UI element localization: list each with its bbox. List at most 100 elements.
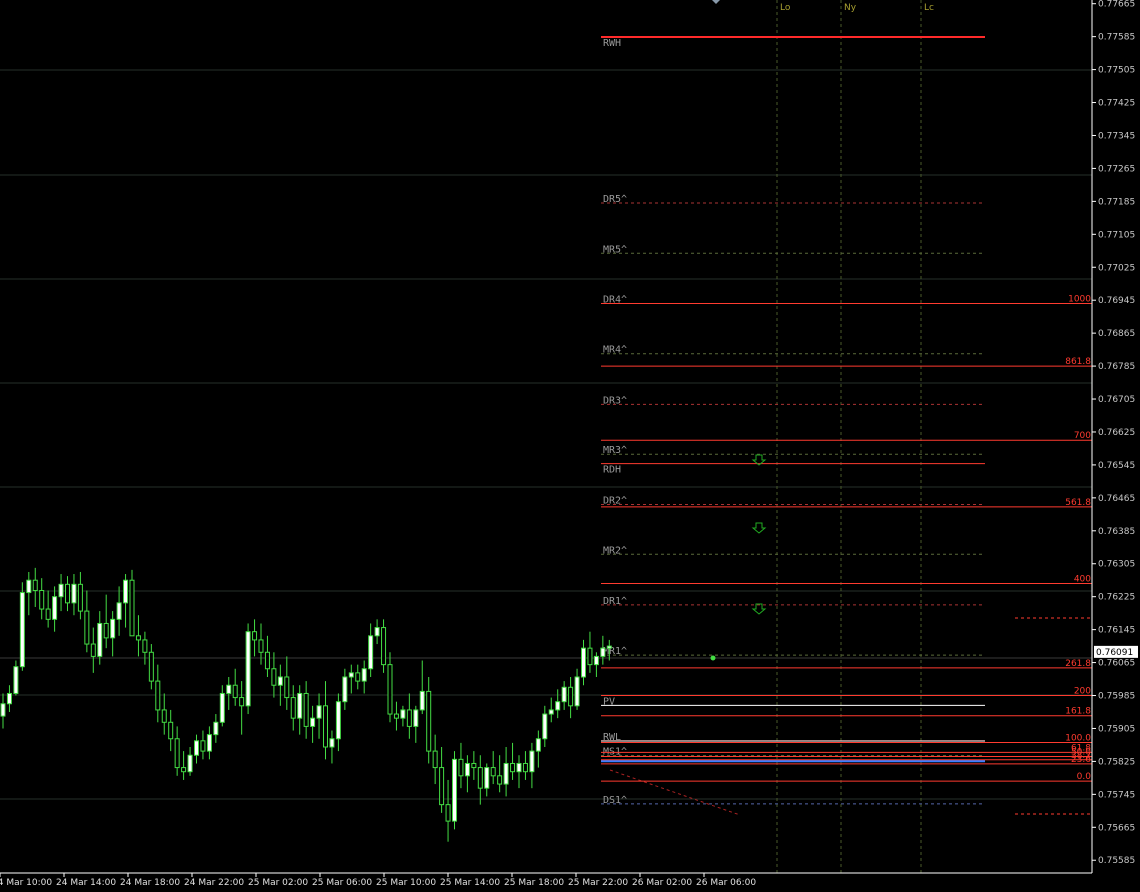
candle-body <box>52 596 58 620</box>
candle-body <box>393 713 399 719</box>
fib-label: 100.0 <box>1065 733 1091 743</box>
candle-body <box>574 676 580 707</box>
level-label: DR1^ <box>603 596 627 607</box>
candle-body <box>606 645 612 649</box>
candle-body <box>0 703 6 717</box>
candle-body <box>316 705 322 719</box>
price-tick-label: 0.76385 <box>1098 527 1135 537</box>
candle-body <box>510 762 516 773</box>
price-tick-label: 0.77505 <box>1098 66 1135 76</box>
candle-body <box>77 583 83 612</box>
price-tick-label: 0.75745 <box>1098 790 1135 800</box>
fib-label: 1000 <box>1068 294 1091 304</box>
candle-body <box>452 758 457 822</box>
candle-body <box>310 717 316 727</box>
candle-body <box>187 754 193 773</box>
candle-body <box>135 635 141 641</box>
price-tick-label: 0.76545 <box>1098 461 1135 471</box>
candle-body <box>593 655 599 666</box>
candle-body <box>26 579 32 594</box>
time-tick-label: 25 Mar 10:00 <box>376 878 436 888</box>
fib-label: 0.0 <box>1077 772 1092 782</box>
candle-body <box>548 709 554 715</box>
price-tick-label: 0.76625 <box>1098 428 1135 438</box>
fib-label: 261.8 <box>1065 659 1091 669</box>
candle-body <box>297 692 303 719</box>
time-axis[interactable]: 24 Mar 10:00 24 Mar 14:00 24 Mar 18:00 24 M… <box>0 872 1092 888</box>
time-tick-label: 25 Mar 18:00 <box>504 878 564 888</box>
price-tick-label: 0.75585 <box>1098 856 1135 866</box>
candle-body <box>271 668 277 686</box>
candle-body <box>600 647 606 657</box>
down-arrow-icon <box>751 522 767 534</box>
price-tick-label: 0.76945 <box>1098 296 1135 306</box>
candle-body <box>258 639 264 653</box>
price-tick-label: 0.76145 <box>1098 626 1135 636</box>
candle-body <box>252 631 258 641</box>
candle-body <box>497 775 503 785</box>
candle-body <box>148 651 154 682</box>
price-tick-label: 0.76865 <box>1098 329 1135 339</box>
candle-body <box>503 762 509 785</box>
price-dot <box>710 655 716 661</box>
candle-body <box>587 647 593 666</box>
candle-body <box>219 692 225 723</box>
candle-body <box>471 762 477 769</box>
level-label: DR3^ <box>603 395 627 406</box>
candle-body <box>97 622 103 657</box>
fib-label: 400 <box>1074 575 1091 585</box>
candle-body <box>206 734 212 752</box>
time-tick-label: 24 Mar 10:00 <box>0 878 52 888</box>
level-label: MR4^ <box>603 345 627 356</box>
price-tick-label: 0.77185 <box>1098 197 1135 207</box>
candle-body <box>45 608 51 620</box>
pivot-levels: RWHDR5^MR5^DR4^MR4^DR3^MR3^RDHDR2^MR2^DR… <box>601 36 1090 816</box>
candle-body <box>232 684 238 699</box>
candle-body <box>129 579 135 637</box>
candle-body <box>123 579 129 604</box>
price-tick-label: 0.77585 <box>1098 33 1135 43</box>
price-tick-label: 0.77105 <box>1098 230 1135 240</box>
time-tick-label: 25 Mar 22:00 <box>568 878 628 888</box>
candle-body <box>245 631 251 707</box>
candle-body <box>290 697 296 719</box>
price-axis[interactable]: 0.77665 0.77585 0.77505 0.77425 0.77345 0.772… <box>1091 0 1138 873</box>
candle-body <box>168 721 174 740</box>
candle-body <box>110 618 116 639</box>
price-tick-label: 0.76705 <box>1098 395 1135 405</box>
price-tick-label: 0.77665 <box>1098 0 1135 10</box>
candle-body <box>174 738 180 769</box>
candle-body <box>413 709 419 727</box>
candle-body <box>439 767 445 806</box>
candle-body <box>529 750 535 773</box>
price-chart[interactable]: Lo Ny Lc RWHDR5^MR5^DR4^MR4^DR3^MR3^RDHDR2… <box>0 0 1140 892</box>
candle-body <box>142 639 148 653</box>
candle-body <box>264 651 270 670</box>
candle-body <box>116 602 122 620</box>
candle-body <box>277 676 283 686</box>
candle-body <box>477 767 483 789</box>
level-label: MR2^ <box>603 545 627 556</box>
price-tick-label: 0.75985 <box>1098 692 1135 702</box>
time-tick-label: 26 Mar 02:00 <box>632 878 692 888</box>
session-label: Ny <box>844 3 857 13</box>
time-tick-label: 24 Mar 22:00 <box>184 878 244 888</box>
candle-body <box>84 610 90 645</box>
candle-body <box>13 666 19 694</box>
candle-body <box>387 664 393 715</box>
candle-body <box>71 583 77 604</box>
level-label: DS1^ <box>603 795 627 806</box>
signal-arrows <box>751 454 767 615</box>
time-tick-label: 25 Mar 06:00 <box>312 878 372 888</box>
candle-body <box>464 762 470 777</box>
level-label: MR1^ <box>603 646 627 657</box>
candle-body <box>542 713 548 740</box>
candle-body <box>65 583 70 604</box>
candle-body <box>213 721 219 736</box>
session-label: Lc <box>924 3 934 13</box>
candle-body <box>329 738 335 748</box>
candle-body <box>226 684 232 694</box>
candle-body <box>200 740 206 752</box>
trend-line <box>609 769 741 816</box>
candle-body <box>58 583 64 598</box>
